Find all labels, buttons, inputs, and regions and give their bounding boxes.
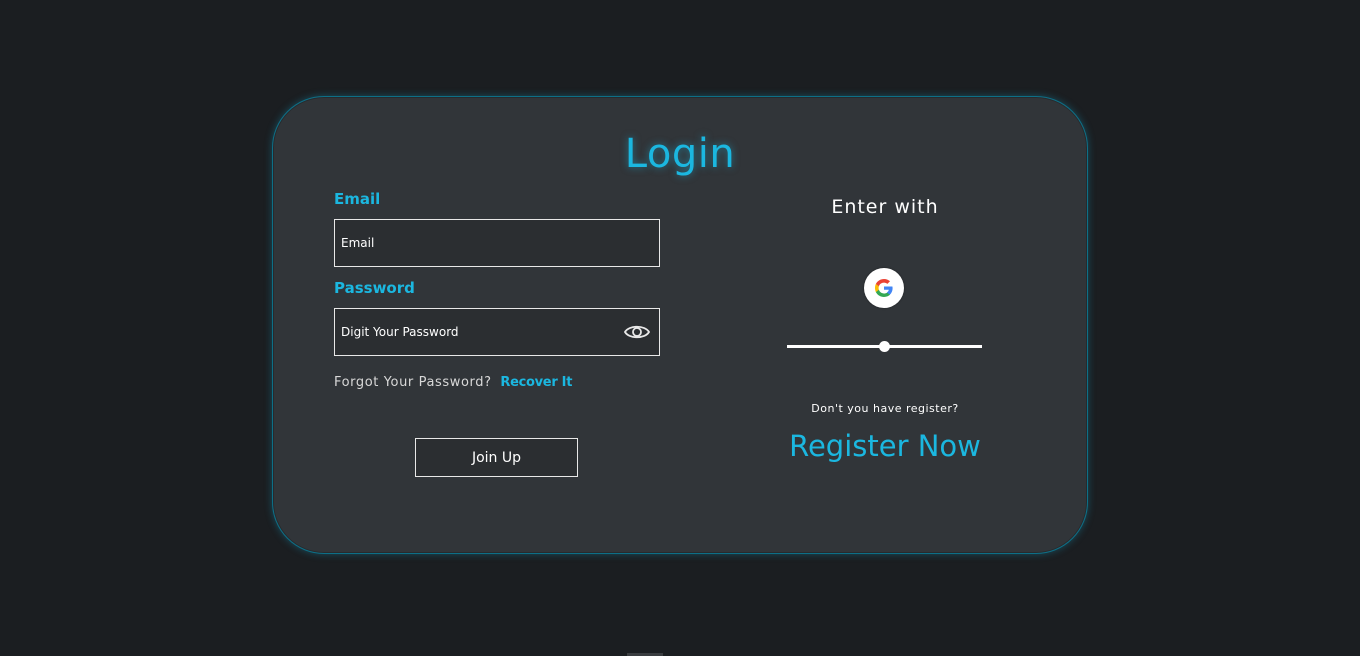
eye-icon[interactable] (623, 321, 651, 343)
recover-link[interactable]: Recover It (500, 375, 572, 390)
slider-thumb[interactable] (879, 341, 890, 352)
login-card: Login Email Password Forgot Your Passwor… (272, 96, 1088, 554)
slider[interactable] (787, 341, 982, 352)
enter-with-heading: Enter with (831, 196, 939, 218)
email-label: Email (334, 190, 381, 208)
email-field-box (334, 219, 660, 267)
join-up-button[interactable]: Join Up (415, 438, 578, 477)
google-login-button[interactable] (864, 268, 904, 308)
password-field-box (334, 308, 660, 356)
password-input[interactable] (335, 309, 659, 355)
forgot-password-text: Forgot Your Password? (334, 375, 492, 390)
google-icon (875, 279, 893, 297)
no-register-text: Don't you have register? (811, 402, 959, 415)
email-input[interactable] (335, 220, 659, 266)
password-label: Password (334, 279, 415, 297)
login-title: Login (624, 131, 736, 177)
forgot-password-row: Forgot Your Password? Recover It (334, 375, 572, 390)
register-now-link[interactable]: Register Now (735, 429, 1035, 463)
